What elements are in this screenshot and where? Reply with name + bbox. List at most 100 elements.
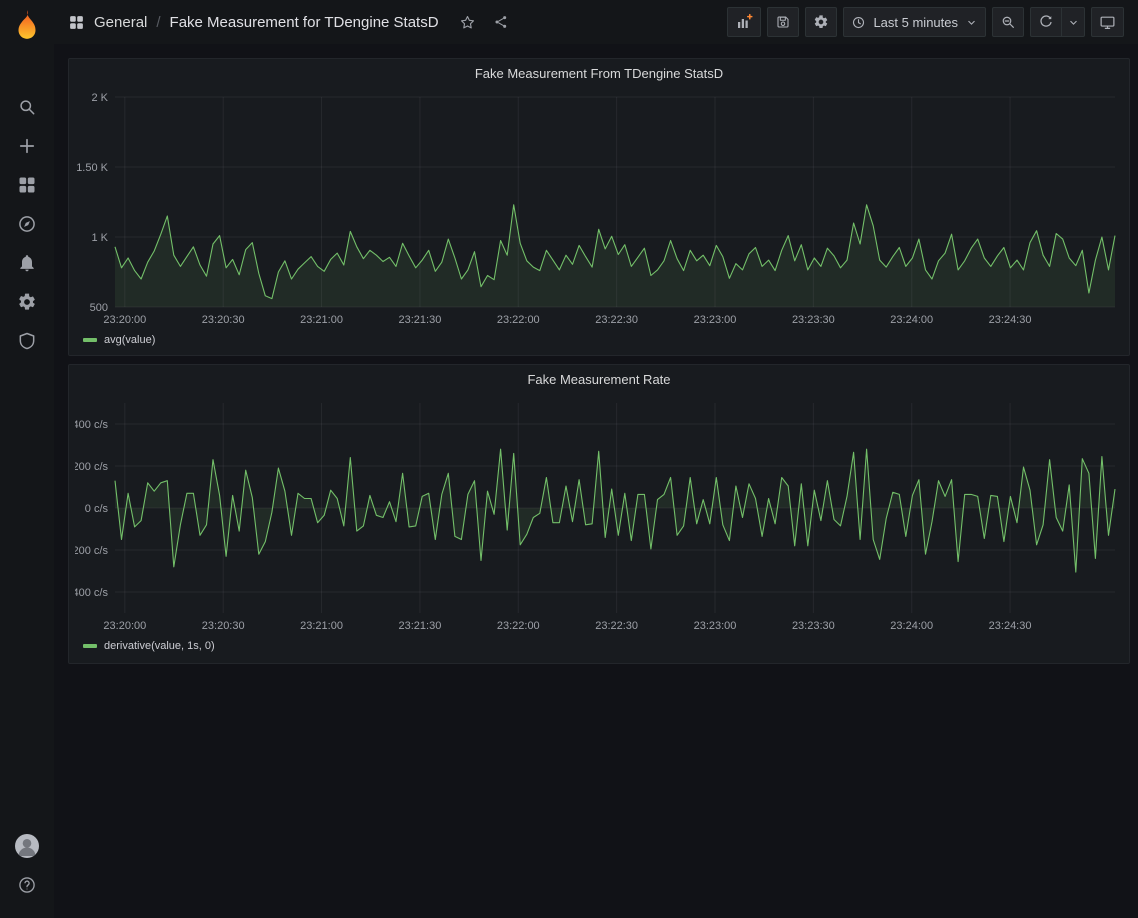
plus-icon	[17, 136, 37, 156]
sidebar-item-search[interactable]	[0, 87, 54, 126]
question-circle-icon	[17, 875, 37, 895]
y-axis-tick-label: 200 c/s	[75, 461, 108, 473]
sidebar-item-create[interactable]	[0, 126, 54, 165]
x-axis-tick-label: 23:21:00	[300, 620, 343, 632]
x-axis-tick-label: 23:23:00	[694, 620, 737, 632]
x-axis-tick-label: 23:21:30	[399, 620, 442, 632]
share-icon	[493, 14, 509, 30]
x-axis-tick-label: 23:24:00	[890, 314, 933, 326]
breadcrumb: General / Fake Measurement for TDengine …	[68, 10, 513, 34]
sidebar-bottom	[0, 826, 54, 904]
sidebar-item-profile[interactable]	[0, 826, 54, 865]
x-axis-tick-label: 23:23:00	[694, 314, 737, 326]
apps-icon	[17, 175, 37, 195]
compass-icon	[17, 214, 37, 234]
legend-swatch	[83, 644, 97, 648]
chevron-down-icon	[965, 16, 978, 29]
shield-icon	[17, 331, 37, 351]
bell-icon	[17, 253, 37, 273]
x-axis-tick-label: 23:24:00	[890, 620, 933, 632]
chevron-down-icon	[1067, 16, 1080, 29]
apps-icon	[68, 14, 85, 31]
breadcrumb-separator: /	[156, 14, 160, 31]
breadcrumb-folder[interactable]: General	[94, 14, 147, 31]
sidebar-item-dashboards[interactable]	[0, 165, 54, 204]
timeseries-chart[interactable]: 2 K 1.50 K 1 K 50023:20:00 23:20:30 23:21:00 2…	[75, 87, 1123, 331]
y-axis-tick-label: 400 c/s	[75, 419, 108, 431]
refresh-icon	[1038, 14, 1054, 30]
gear-icon	[813, 14, 829, 30]
legend: avg(value)	[69, 331, 1129, 346]
panel-title: Fake Measurement Rate	[527, 372, 670, 387]
gear-icon	[17, 292, 37, 312]
avatar-icon	[14, 833, 40, 859]
series-fill	[115, 205, 1115, 307]
legend-label[interactable]: derivative(value, 1s, 0)	[104, 640, 215, 652]
save-icon	[775, 14, 791, 30]
grafana-flame-icon	[10, 8, 44, 42]
sidebar	[0, 0, 54, 918]
share-dashboard-button[interactable]	[489, 10, 513, 34]
time-range-label: Last 5 minutes	[873, 15, 958, 30]
time-picker-button[interactable]: Last 5 minutes	[843, 7, 986, 37]
main-area: General / Fake Measurement for TDengine …	[54, 0, 1138, 918]
x-axis-tick-label: 23:22:00	[497, 314, 540, 326]
sidebar-item-configuration[interactable]	[0, 282, 54, 321]
panel-header[interactable]: Fake Measurement Rate	[69, 365, 1129, 393]
legend-swatch	[83, 338, 97, 342]
y-axis-tick-label: 500	[90, 302, 108, 314]
x-axis-tick-label: 23:21:00	[300, 314, 343, 326]
toolbar-actions: Last 5 minutes	[727, 7, 1124, 37]
search-icon	[17, 97, 37, 117]
sidebar-item-explore[interactable]	[0, 204, 54, 243]
refresh-button-group	[1030, 7, 1085, 37]
panel-title: Fake Measurement From TDengine StatsD	[475, 66, 723, 81]
star-dashboard-button[interactable]	[456, 10, 480, 34]
grafana-logo[interactable]	[7, 6, 47, 44]
zoom-out-button[interactable]	[992, 7, 1024, 37]
dashboard-canvas: Fake Measurement From TDengine StatsD 2 …	[54, 44, 1138, 918]
y-axis-tick-label: 0 c/s	[85, 503, 109, 515]
monitor-icon	[1099, 14, 1116, 31]
x-axis-tick-label: 23:21:30	[399, 314, 442, 326]
y-axis-tick-label: 2 K	[91, 92, 108, 104]
x-axis-tick-label: 23:23:30	[792, 620, 835, 632]
x-axis-tick-label: 23:24:30	[989, 314, 1032, 326]
kiosk-mode-button[interactable]	[1091, 7, 1124, 37]
panel-add-icon	[735, 13, 753, 31]
timeseries-chart[interactable]: 400 c/s 200 c/s 0 c/s -200 c/s -400 c/s 23:20…	[75, 393, 1123, 637]
panel-header[interactable]: Fake Measurement From TDengine StatsD	[69, 59, 1129, 87]
grafana-app: General / Fake Measurement for TDengine …	[0, 0, 1138, 918]
chart-area: 400 c/s 200 c/s 0 c/s -200 c/s -400 c/s 23:20…	[69, 393, 1129, 637]
x-axis-tick-label: 23:20:00	[103, 620, 146, 632]
star-icon	[459, 14, 476, 31]
x-axis-tick-label: 23:20:00	[103, 314, 146, 326]
panel-fake-measurement-rate: Fake Measurement Rate 400 c/s 200 c/s 0 c/…	[68, 364, 1130, 664]
breadcrumb-dashboard-title: Fake Measurement for TDengine StatsD	[170, 14, 439, 31]
y-axis-tick-label: 1.50 K	[76, 162, 108, 174]
refresh-interval-dropdown[interactable]	[1061, 7, 1085, 37]
chart-area: 2 K 1.50 K 1 K 50023:20:00 23:20:30 23:21:00 2…	[69, 87, 1129, 331]
y-axis-tick-label: -400 c/s	[75, 587, 108, 599]
dashboard-settings-button[interactable]	[805, 7, 837, 37]
x-axis-tick-label: 23:22:30	[595, 314, 638, 326]
save-dashboard-button[interactable]	[767, 7, 799, 37]
x-axis-tick-label: 23:20:30	[202, 314, 245, 326]
y-axis-tick-label: -200 c/s	[75, 545, 108, 557]
legend-label[interactable]: avg(value)	[104, 334, 155, 346]
y-axis-tick-label: 1 K	[91, 232, 108, 244]
x-axis-tick-label: 23:22:00	[497, 620, 540, 632]
zoom-out-icon	[1000, 14, 1016, 30]
refresh-button[interactable]	[1030, 7, 1062, 37]
sidebar-item-server-admin[interactable]	[0, 321, 54, 360]
sidebar-item-alerting[interactable]	[0, 243, 54, 282]
sidebar-nav	[0, 87, 54, 360]
panel-fake-measurement: Fake Measurement From TDengine StatsD 2 …	[68, 58, 1130, 356]
x-axis-tick-label: 23:24:30	[989, 620, 1032, 632]
x-axis-tick-label: 23:20:30	[202, 620, 245, 632]
sidebar-item-help[interactable]	[0, 865, 54, 904]
x-axis-tick-label: 23:22:30	[595, 620, 638, 632]
clock-icon	[851, 15, 866, 30]
legend: derivative(value, 1s, 0)	[69, 637, 1129, 652]
add-panel-button[interactable]	[727, 7, 761, 37]
